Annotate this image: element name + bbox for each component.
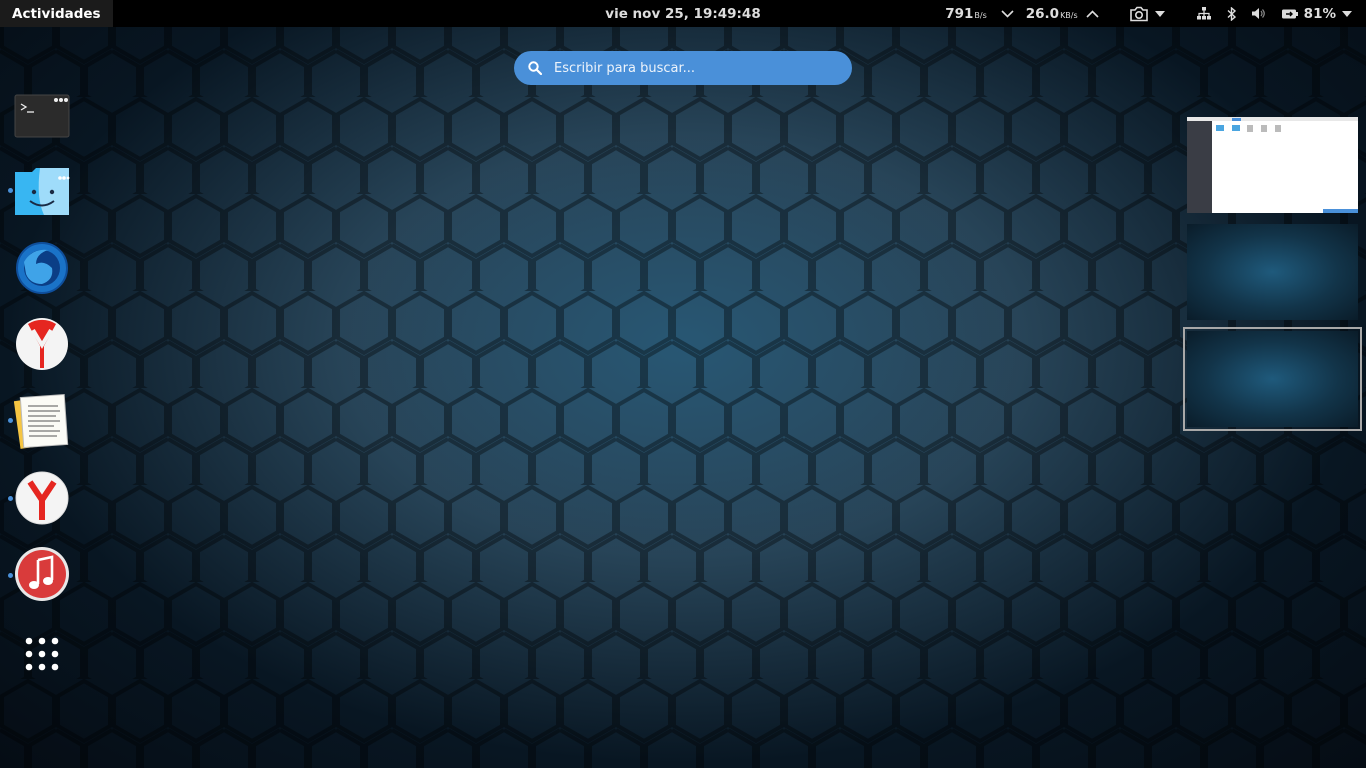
top-bar: Actividades vie nov 25, 19:49:48 791 B/s …: [0, 0, 1366, 27]
dash-item-music[interactable]: [14, 546, 70, 602]
network-icon[interactable]: [1196, 7, 1211, 20]
system-menu-arrow-icon[interactable]: [1342, 10, 1352, 17]
yandex-icon: [15, 471, 69, 525]
net-up-value: 26.0: [1025, 5, 1060, 22]
running-indicator: [8, 573, 13, 578]
dash-item-firefox[interactable]: [14, 240, 70, 296]
dash-item-notes[interactable]: [13, 392, 70, 449]
camera-icon[interactable]: [1129, 6, 1149, 22]
net-down-value: 791: [945, 5, 974, 22]
yandex-browser-icon: [16, 318, 68, 370]
music-player-icon: [15, 547, 69, 601]
grid-icon: [25, 637, 59, 671]
show-applications-button[interactable]: [14, 626, 70, 682]
search-icon: [528, 61, 542, 75]
search-input[interactable]: [552, 59, 826, 77]
search-entry[interactable]: [514, 51, 852, 85]
running-indicator: [8, 188, 13, 193]
dash-item-files[interactable]: [14, 166, 70, 222]
net-down-unit: B/s: [974, 10, 987, 20]
dash-item-yandex-browser[interactable]: [14, 316, 70, 372]
running-indicator: [8, 418, 13, 423]
firefox-icon: [16, 242, 68, 294]
workspace-thumbnail-1[interactable]: [1187, 117, 1358, 213]
activities-label: Actividades: [12, 5, 101, 22]
battery-percent[interactable]: 81%: [1304, 6, 1336, 22]
files-finder-icon: [15, 168, 70, 215]
net-up-unit: KB/s: [1060, 10, 1078, 20]
bluetooth-icon[interactable]: [1227, 6, 1236, 21]
chevron-down-icon[interactable]: [1001, 9, 1014, 18]
camera-menu-arrow-icon[interactable]: [1154, 10, 1165, 17]
workspace-thumbnail-2[interactable]: [1187, 224, 1358, 320]
net-upload-speed[interactable]: 26.0 KB/s: [1026, 6, 1078, 22]
text-editor-notes-icon: [13, 393, 69, 449]
chevron-up-icon[interactable]: [1086, 9, 1099, 18]
workspace-thumbnail-3-active[interactable]: [1183, 327, 1362, 431]
dash-item-yandex[interactable]: [14, 470, 70, 526]
dash-item-terminal[interactable]: [14, 92, 70, 148]
hexagon-wallpaper-pattern: [0, 0, 1366, 768]
volume-icon[interactable]: [1251, 7, 1266, 20]
clock[interactable]: vie nov 25, 19:49:48: [605, 6, 760, 22]
desktop-background: Actividades vie nov 25, 19:49:48 791 B/s …: [0, 0, 1366, 768]
terminal-icon: [14, 94, 70, 138]
system-tray: 791 B/s 26.0 KB/s 81%: [945, 0, 1352, 27]
activities-button[interactable]: Actividades: [0, 0, 113, 27]
battery-icon[interactable]: [1281, 9, 1298, 19]
running-indicator: [8, 496, 13, 501]
file-manager-window-preview: [1187, 117, 1358, 213]
net-download-speed[interactable]: 791 B/s: [945, 6, 987, 22]
